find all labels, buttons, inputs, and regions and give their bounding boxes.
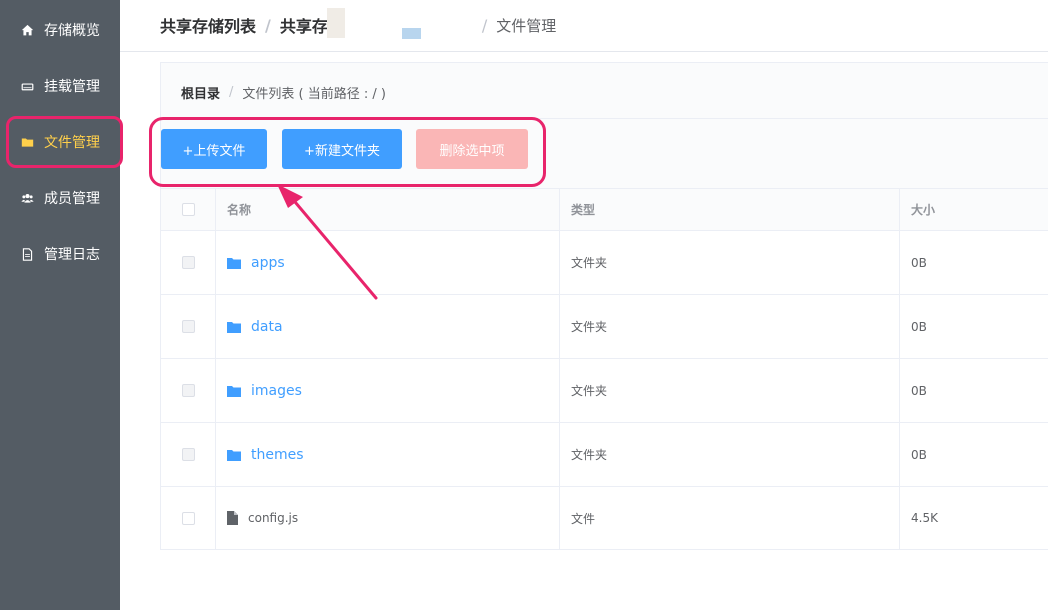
row-checkbox[interactable] [181,384,195,397]
size-cell: 0B [911,319,927,334]
sidebar-item-member-management[interactable]: 成员管理 [0,180,120,216]
sidebar-item-label: 管理日志 [44,247,100,263]
sidebar-item-management-log[interactable]: 管理日志 [0,236,120,272]
breadcrumb: 共享存储列表 / 共享存 / 文件管理 [160,13,556,37]
annotation-highlight-sidebar [6,116,123,168]
select-all-cell [161,189,216,230]
select-all-checkbox[interactable] [181,203,195,216]
table-row[interactable]: themes 文件夹 0B [161,422,1048,486]
home-icon [20,23,34,37]
table-row[interactable]: data 文件夹 0B [161,294,1048,358]
sidebar-item-storage-overview[interactable]: 存储概览 [0,12,120,48]
sub-breadcrumb: 根目录 / 文件列表 ( 当前路径 : / ) [181,83,386,102]
breadcrumb-separator: / [481,15,488,35]
table-row[interactable]: images 文件夹 0B [161,358,1048,422]
file-name-link[interactable]: config.js [248,511,298,525]
folder-icon [227,321,241,333]
row-check-cell [161,487,216,549]
column-header-size[interactable]: 大小 [900,189,1048,230]
row-check-cell [161,359,216,422]
breadcrumb-separator: / [265,15,271,35]
type-cell: 文件夹 [560,295,900,358]
row-checkbox[interactable] [181,448,195,461]
breadcrumb-storage-name[interactable]: 共享存 [280,13,328,37]
type-cell: 文件夹 [560,359,900,422]
file-name-link[interactable]: apps [251,255,285,271]
file-icon [227,511,238,525]
row-checkbox[interactable] [181,256,195,269]
file-name-link[interactable]: themes [251,447,304,463]
type-cell: 文件夹 [560,423,900,486]
row-check-cell [161,423,216,486]
breadcrumb-file-management: 文件管理 [496,16,557,35]
sidebar-item-mount-management[interactable]: 挂载管理 [0,68,120,104]
table-header-row: 名称 类型 大小 [161,188,1048,230]
name-cell: config.js [216,487,560,549]
document-icon [20,247,34,261]
sidebar-item-label: 挂载管理 [44,79,100,95]
size-cell: 0B [911,383,927,398]
folder-icon [227,385,241,397]
annotation-highlight-toolbar [149,117,546,187]
name-cell: themes [216,423,560,486]
redaction-block [402,28,421,39]
row-check-cell [161,231,216,294]
folder-icon [227,449,241,461]
header: 共享存储列表 / 共享存 / 文件管理 [120,0,1048,52]
name-cell: images [216,359,560,422]
row-checkbox[interactable] [181,320,195,333]
users-icon [20,191,34,205]
table-row[interactable]: config.js 文件 4.5K [161,486,1048,550]
column-header-name[interactable]: 名称 [216,189,560,230]
sidebar-item-label: 成员管理 [44,191,100,207]
row-check-cell [161,295,216,358]
breadcrumb-root[interactable]: 根目录 [181,83,220,102]
sidebar: 存储概览 挂载管理 文件管理 成员管理 管理日志 [0,0,120,610]
file-name-link[interactable]: data [251,319,283,335]
column-header-type[interactable]: 类型 [560,189,900,230]
card-header: 根目录 / 文件列表 ( 当前路径 : / ) [161,63,1048,119]
file-name-link[interactable]: images [251,383,302,399]
size-cell: 4.5K [911,511,938,525]
hard-drive-icon [20,79,34,93]
redaction-block [327,8,345,38]
breadcrumb-storage-list[interactable]: 共享存储列表 [160,13,256,37]
breadcrumb-current-path: 文件列表 ( 当前路径 : / ) [242,87,386,102]
size-cell: 0B [911,255,927,270]
type-cell: 文件 [560,487,900,549]
name-cell: apps [216,231,560,294]
breadcrumb-separator: / [229,85,234,100]
sidebar-item-label: 存储概览 [44,23,100,39]
row-checkbox[interactable] [181,511,195,525]
type-cell: 文件夹 [560,231,900,294]
name-cell: data [216,295,560,358]
size-cell: 0B [911,447,927,462]
folder-icon [227,257,241,269]
table-row[interactable]: apps 文件夹 0B [161,230,1048,294]
